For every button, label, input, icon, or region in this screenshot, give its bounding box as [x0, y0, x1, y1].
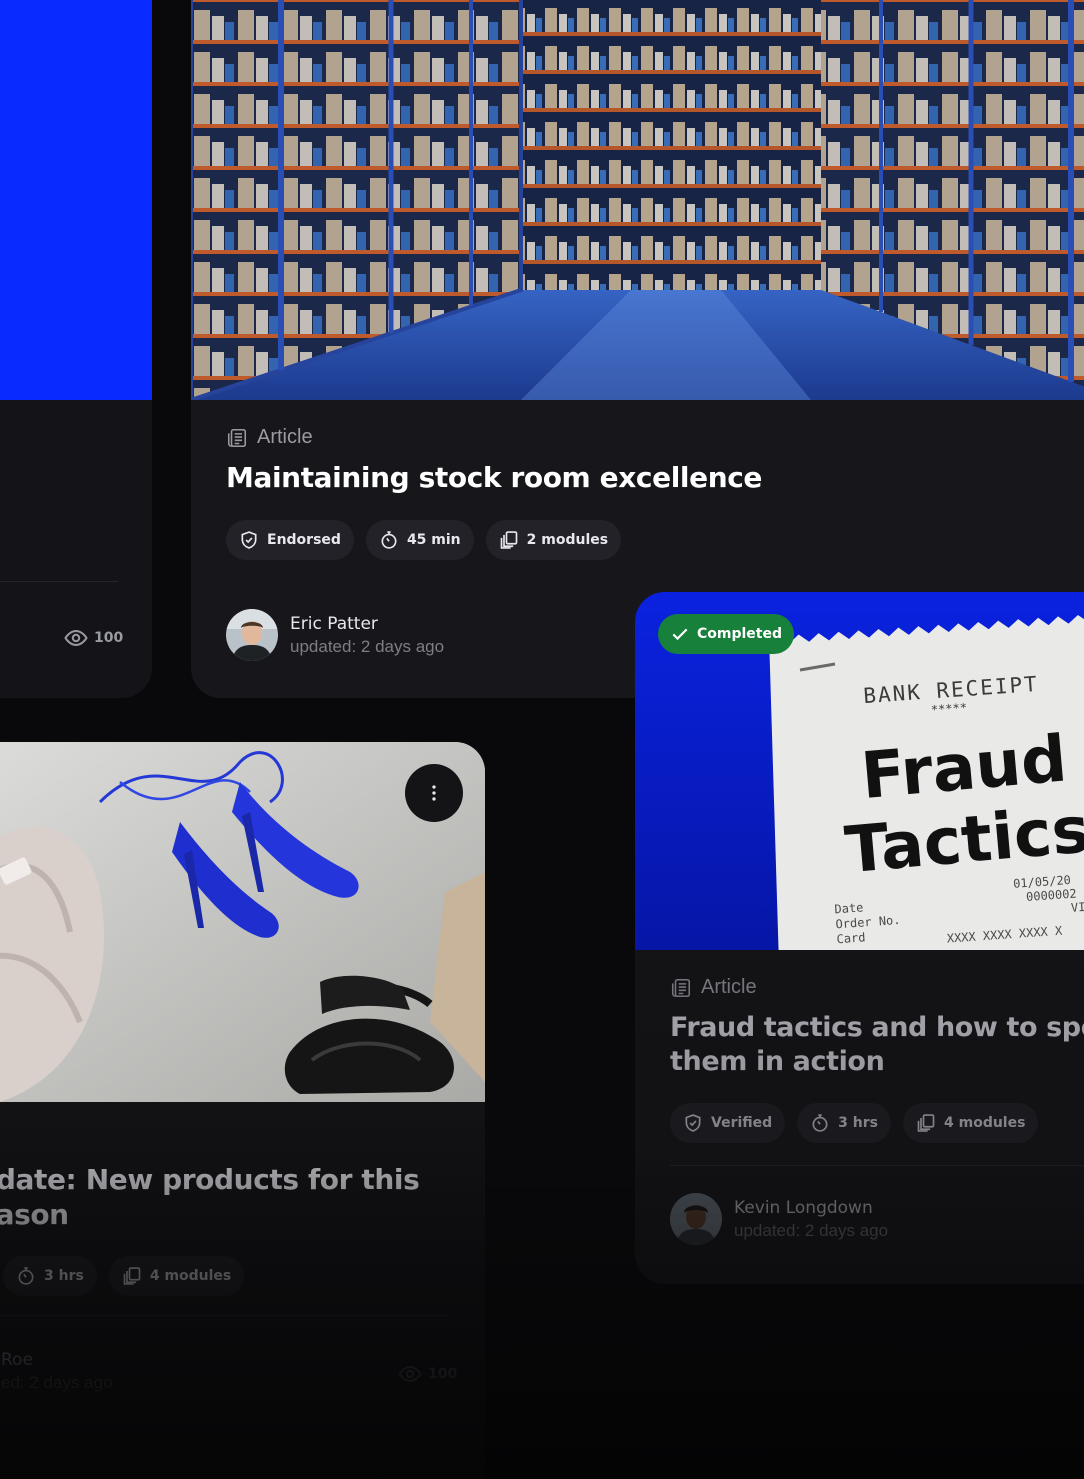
- shield-check-icon: [685, 1114, 701, 1132]
- chip-duration: 3 hrs: [3, 1256, 97, 1296]
- bank-receipt-image: BANK RECEIPT ***** Fraud Tactics Date Or…: [635, 592, 1084, 950]
- more-options-button[interactable]: [405, 764, 463, 822]
- title-line: eason: [0, 1198, 69, 1231]
- chip-label: 45 min: [406, 532, 461, 548]
- receipt-value-extra: VI: [1071, 900, 1084, 915]
- more-vertical-icon: [432, 785, 436, 801]
- views-value: 100: [94, 630, 124, 646]
- chip-label: 4 modules: [944, 1115, 1026, 1131]
- article-icon: [671, 978, 691, 997]
- title-line: them in action: [670, 1046, 885, 1077]
- chip-modules: 4 modules: [903, 1103, 1039, 1143]
- chip-duration: 45 min: [365, 520, 474, 560]
- warehouse-image: [191, 0, 1084, 400]
- chip-label: 3 hrs: [838, 1115, 878, 1131]
- content-type: Article: [226, 426, 313, 449]
- divider: [670, 1165, 1084, 1166]
- title-line: odate: New products for this: [0, 1163, 420, 1196]
- modules-icon: [917, 1114, 935, 1132]
- chip-endorsed: Endorsed: [226, 520, 354, 560]
- divider: [0, 581, 118, 582]
- shield-check-icon: [241, 531, 257, 549]
- stopwatch-icon: [381, 531, 397, 549]
- updated-time: updated: 2 days ago: [734, 1220, 889, 1240]
- chip-label: 3 hrs: [44, 1268, 84, 1284]
- chip-modules: 4 modules: [108, 1256, 245, 1296]
- check-icon: [672, 628, 688, 641]
- canvas: 100 Article Maintaining stock room excel…: [0, 0, 1084, 1479]
- modules-icon: [500, 531, 517, 549]
- stopwatch-icon: [18, 1267, 34, 1285]
- modules-icon: [123, 1267, 141, 1285]
- chip-label: 4 modules: [149, 1268, 232, 1284]
- completed-badge: Completed: [658, 614, 795, 654]
- course-card-new-products[interactable]: odate: New products for this eason 3 hrs…: [0, 742, 485, 1479]
- author-name: Roe: [1, 1350, 33, 1370]
- content-type-label: Article: [701, 976, 757, 998]
- author-name: Kevin Longdown: [734, 1197, 873, 1218]
- chip-label: Verified: [711, 1115, 773, 1131]
- card-chips: 3 hrs 4 modules: [3, 1256, 245, 1296]
- chip-duration: 3 hrs: [797, 1103, 891, 1143]
- avatar: [226, 609, 278, 661]
- updated-time: ed: 2 days ago: [1, 1373, 113, 1392]
- views-count: 100: [64, 626, 123, 650]
- author[interactable]: Kevin Longdown updated: 2 days ago: [670, 1193, 888, 1245]
- author[interactable]: Eric Patter updated: 2 days ago: [226, 609, 444, 661]
- author-name: Eric Patter: [290, 613, 378, 634]
- updated-time: updated: 2 days ago: [290, 636, 445, 656]
- eye-icon: [398, 1365, 422, 1383]
- chip-verified: Verified: [670, 1103, 786, 1143]
- author[interactable]: Roe ed: 2 days ago: [1, 1350, 113, 1393]
- card-chips: Endorsed 45 min 2 modules: [226, 520, 622, 560]
- card-hero-image: [0, 0, 152, 400]
- receipt-field-card: Card: [836, 930, 866, 946]
- views-count: 100: [398, 1362, 457, 1386]
- chip-label: Endorsed: [267, 532, 341, 548]
- avatar: [670, 1193, 722, 1245]
- divider: [0, 1315, 451, 1316]
- course-card-partial[interactable]: 100: [0, 0, 152, 698]
- chip-label: 2 modules: [526, 532, 609, 548]
- card-title[interactable]: odate: New products for this eason: [0, 1162, 420, 1232]
- receipt-field-date: Date: [834, 900, 864, 916]
- article-icon: [227, 428, 247, 447]
- completed-label: Completed: [697, 626, 783, 642]
- card-chips: Verified 3 hrs 4 modules: [670, 1103, 1039, 1143]
- title-line: Fraud tactics and how to spot: [670, 1012, 1084, 1043]
- chip-modules: 2 modules: [485, 520, 622, 560]
- stopwatch-icon: [812, 1114, 828, 1132]
- content-type-label: Article: [257, 426, 313, 448]
- receipt-stars: *****: [930, 700, 967, 716]
- card-title[interactable]: Maintaining stock room excellence: [226, 461, 762, 494]
- content-type: Article: [670, 976, 757, 999]
- views-value: 100: [428, 1366, 458, 1382]
- eye-icon: [64, 629, 88, 647]
- course-card-fraud-tactics[interactable]: BANK RECEIPT ***** Fraud Tactics Date Or…: [635, 592, 1084, 1284]
- card-title[interactable]: Fraud tactics and how to spot them in ac…: [670, 1011, 1084, 1079]
